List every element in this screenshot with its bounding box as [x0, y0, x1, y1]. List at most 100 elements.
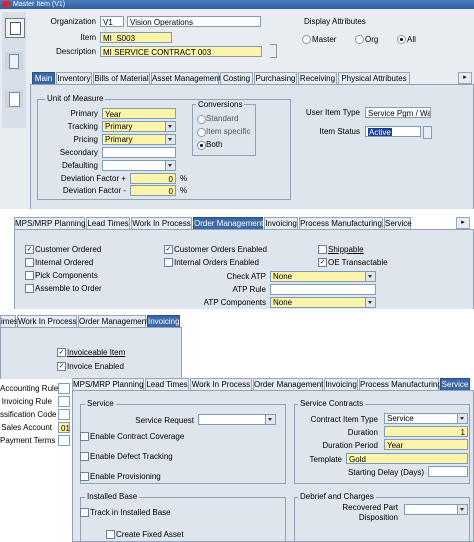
contract-item-type-label: Contract Item Type [310, 415, 378, 424]
invoiceable-item-checkbox[interactable]: ✓ [57, 348, 66, 357]
pricing-select[interactable]: Primary [102, 134, 176, 145]
accounting-rule-field[interactable] [58, 383, 70, 394]
item-field[interactable]: MI_S003 [100, 32, 172, 43]
deviation-minus-field[interactable]: 0 [130, 185, 176, 196]
tab-om-process-manufacturing[interactable]: Process Manufacturing [299, 217, 383, 229]
duration-field[interactable]: 1 [384, 426, 468, 437]
tab-bills-of-material[interactable]: Bills of Material [93, 72, 150, 84]
om-tabs-scroll-right-icon[interactable]: ▸ [456, 217, 470, 229]
tax-code-field[interactable] [58, 409, 70, 420]
conversion-both-radio[interactable] [197, 141, 206, 150]
tab-costing[interactable]: Costing [220, 72, 253, 84]
tab-svc-order-management[interactable]: Order Management [253, 378, 323, 390]
internal-orders-enabled-checkbox[interactable] [164, 258, 173, 267]
tab-physical-attributes[interactable]: Physical Attributes [338, 72, 410, 84]
customer-ordered-checkbox[interactable]: ✓ [25, 245, 34, 254]
conversion-standard-radio[interactable] [197, 115, 206, 124]
window-titlebar: Master Item (V1) [0, 0, 474, 9]
atp-components-select[interactable]: None [270, 297, 376, 308]
accounting-rule-label: Accounting Rule [0, 384, 59, 393]
sales-account-label: Sales Account [1, 423, 52, 432]
invoicing-rule-field[interactable] [58, 396, 70, 407]
duration-period-field[interactable]: Year [384, 439, 468, 450]
tab-inventory[interactable]: Inventory [56, 72, 92, 84]
template-field[interactable]: Gold [346, 453, 468, 464]
organization-name-field[interactable]: Vision Operations [127, 16, 261, 27]
template-label: Template [309, 455, 342, 464]
display-org-radio[interactable] [355, 35, 364, 44]
item-label: Item [80, 33, 96, 42]
item-icon[interactable] [5, 18, 25, 38]
tab-svc-lead-times[interactable]: Lead Times [145, 378, 189, 390]
conversion-standard-label: Standard [206, 114, 239, 123]
description-edit-icon[interactable] [270, 44, 277, 58]
create-fixed-asset-checkbox[interactable] [106, 530, 115, 539]
internal-ordered-checkbox[interactable] [25, 258, 34, 267]
item-status-lov-icon[interactable] [423, 126, 432, 139]
enable-defect-tracking-checkbox[interactable] [80, 452, 89, 461]
organization-code-field[interactable]: V1 [100, 16, 124, 27]
assemble-to-order-checkbox[interactable] [25, 284, 34, 293]
track-installed-base-checkbox[interactable] [80, 508, 89, 517]
tab-inv-lead-times[interactable]: imes [0, 315, 18, 327]
internal-ordered-label: Internal Ordered [35, 258, 94, 267]
secondary-uom-field[interactable] [102, 147, 176, 158]
recovered-part-select[interactable] [404, 504, 468, 515]
tools-icon[interactable] [5, 52, 23, 70]
tab-om-invoicing[interactable]: Invoicing [264, 217, 298, 229]
contract-item-type-value: Service [387, 414, 414, 423]
defaulting-select[interactable] [102, 160, 176, 171]
starting-delay-label: Starting Delay (Days) [347, 468, 424, 477]
check-atp-select[interactable]: None [270, 271, 376, 282]
conversion-item-specific-radio[interactable] [197, 128, 206, 137]
atp-components-value: None [273, 298, 293, 307]
user-item-type-field[interactable]: Service Pgm / Warr [365, 107, 431, 118]
tab-om-work-in-process[interactable]: Work In Process [131, 217, 192, 229]
service-request-label: Service Request [135, 416, 194, 425]
tab-inv-invoicing[interactable]: Invoicing [147, 315, 180, 327]
contract-item-type-select[interactable]: Service [384, 413, 468, 424]
internal-orders-enabled-label: Internal Orders Enabled [174, 258, 259, 267]
payment-terms-field[interactable] [58, 435, 70, 446]
tab-svc-mps-mrp-planning[interactable]: MPS/MRP Planning [72, 378, 144, 390]
tab-inv-order-management[interactable]: Order Management [78, 315, 148, 327]
tracking-select[interactable]: Primary [102, 121, 176, 132]
window-title: Master Item (V1) [13, 1, 66, 8]
service-title: Service [85, 399, 116, 408]
sales-account-field[interactable]: 01- [58, 422, 70, 433]
tab-om-lead-times[interactable]: Lead Times [86, 217, 130, 229]
pick-components-checkbox[interactable] [25, 271, 34, 280]
display-all-radio[interactable] [397, 35, 406, 44]
starting-delay-field[interactable] [428, 466, 468, 477]
chevron-down-icon [165, 135, 175, 144]
atp-rule-field[interactable] [270, 284, 376, 295]
enable-contract-coverage-checkbox[interactable] [80, 432, 89, 441]
tab-receiving[interactable]: Receiving [298, 72, 337, 84]
enable-provisioning-checkbox[interactable] [80, 472, 89, 481]
display-master-radio[interactable] [302, 35, 311, 44]
display-master-label: Master [312, 35, 337, 44]
item-status-field[interactable]: Active [365, 126, 421, 137]
tab-svc-process-manufacturing[interactable]: Process Manufacturing [359, 378, 442, 390]
tab-om-service[interactable]: Service [384, 217, 412, 229]
tab-asset-management[interactable]: Asset Management [151, 72, 221, 84]
shippable-checkbox[interactable] [318, 245, 327, 254]
tab-purchasing[interactable]: Purchasing [254, 72, 297, 84]
invoice-enabled-checkbox[interactable]: ✓ [57, 362, 66, 371]
customer-orders-enabled-checkbox[interactable]: ✓ [164, 245, 173, 254]
deviation-plus-field[interactable]: 0 [130, 173, 176, 184]
tabs-scroll-right-icon[interactable]: ▸ [458, 72, 472, 84]
tab-om-order-management[interactable]: Order Management [193, 217, 263, 229]
customer-ordered-label: Customer Ordered [35, 245, 102, 254]
description-field[interactable]: MI SERVICE CONTRACT 003 [100, 46, 262, 57]
service-request-select[interactable] [198, 414, 276, 425]
tab-main[interactable]: Main [32, 72, 55, 84]
primary-uom-field[interactable]: Year [102, 108, 176, 119]
tab-svc-service[interactable]: Service [440, 378, 470, 390]
tab-om-mps-mrp-planning[interactable]: MPS/MRP Planning [14, 217, 86, 229]
list-icon[interactable] [5, 90, 23, 108]
tab-svc-work-in-process[interactable]: Work In Process [190, 378, 252, 390]
tab-inv-work-in-process[interactable]: Work In Process [17, 315, 77, 327]
tab-svc-invoicing[interactable]: Invoicing [324, 378, 358, 390]
oe-transactable-checkbox[interactable]: ✓ [318, 258, 327, 267]
